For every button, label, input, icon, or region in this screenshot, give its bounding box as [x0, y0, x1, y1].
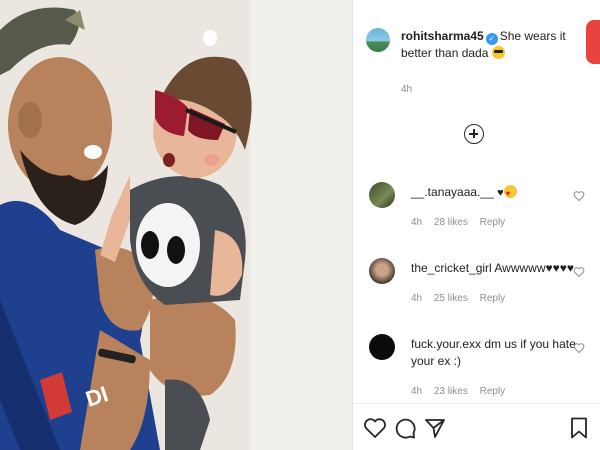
- comment-meta: 4h 25 likes Reply: [411, 293, 514, 304]
- caption-text-block: rohitsharma45 ✓ She wears it better than d…: [401, 28, 581, 62]
- plus-circle-icon[interactable]: [464, 124, 484, 144]
- comments-panel: rohitsharma45 ✓ She wears it better than d…: [352, 0, 600, 450]
- comment-time: 4h: [411, 386, 423, 397]
- comment-likes[interactable]: 23 likes: [434, 386, 468, 397]
- share-icon[interactable]: [423, 416, 447, 440]
- heart-icon[interactable]: [573, 266, 585, 278]
- heart-icon[interactable]: [573, 342, 585, 354]
- comment-icon[interactable]: [393, 416, 417, 440]
- comment-meta: 4h 28 likes Reply: [411, 217, 514, 228]
- comment-text: Awwwww♥♥♥♥: [494, 261, 574, 275]
- comment-avatar[interactable]: [369, 334, 395, 360]
- comment-item: the_cricket_girl Awwwww♥♥♥♥ 4h 25 likes …: [363, 258, 595, 318]
- comment-username[interactable]: fuck.your.exx: [411, 337, 481, 351]
- comment-username[interactable]: the_cricket_girl: [411, 261, 492, 275]
- comment-item: __.tanayaaa.__ ♥ 4h 28 likes Reply: [363, 182, 595, 242]
- comment-body: __.tanayaaa.__ ♥: [411, 184, 581, 202]
- like-heart-icon[interactable]: [363, 416, 387, 440]
- comment-likes[interactable]: 25 likes: [434, 293, 468, 304]
- comment-reply[interactable]: Reply: [480, 293, 506, 304]
- author-username[interactable]: rohitsharma45: [401, 29, 484, 43]
- post-photo[interactable]: DI: [0, 0, 352, 450]
- heart-eyes-emoji-icon: [503, 185, 517, 202]
- comment-body: the_cricket_girl Awwwww♥♥♥♥: [411, 260, 581, 277]
- bookmark-icon[interactable]: [567, 416, 591, 440]
- photo-illustration: [0, 0, 352, 450]
- comment-avatar[interactable]: [369, 258, 395, 284]
- heart-emoji-icon: ♥: [497, 187, 504, 199]
- heart-icon[interactable]: [573, 190, 585, 202]
- comment-time: 4h: [411, 293, 423, 304]
- comment-avatar[interactable]: [369, 182, 395, 208]
- comment-reply[interactable]: Reply: [480, 386, 506, 397]
- instagram-post: DI rohitsharma45 ✓ She wears it better tha…: [0, 0, 600, 450]
- sunglasses-emoji-icon: [491, 46, 505, 59]
- action-bar: [353, 403, 600, 450]
- comment-likes[interactable]: 28 likes: [434, 217, 468, 228]
- verified-badge-icon: ✓: [485, 33, 498, 45]
- overlay-accent: [586, 20, 600, 64]
- comment-reply[interactable]: Reply: [480, 217, 506, 228]
- comment-item: fuck.your.exx dm us if you hate your ex …: [363, 334, 595, 397]
- comment-time: 4h: [411, 217, 423, 228]
- comment-body: fuck.your.exx dm us if you hate your ex …: [411, 336, 581, 370]
- author-avatar[interactable]: [366, 28, 390, 52]
- caption-time: 4h: [401, 84, 413, 95]
- comment-username[interactable]: __.tanayaaa.__: [411, 185, 494, 199]
- comment-meta: 4h 23 likes Reply: [411, 386, 514, 397]
